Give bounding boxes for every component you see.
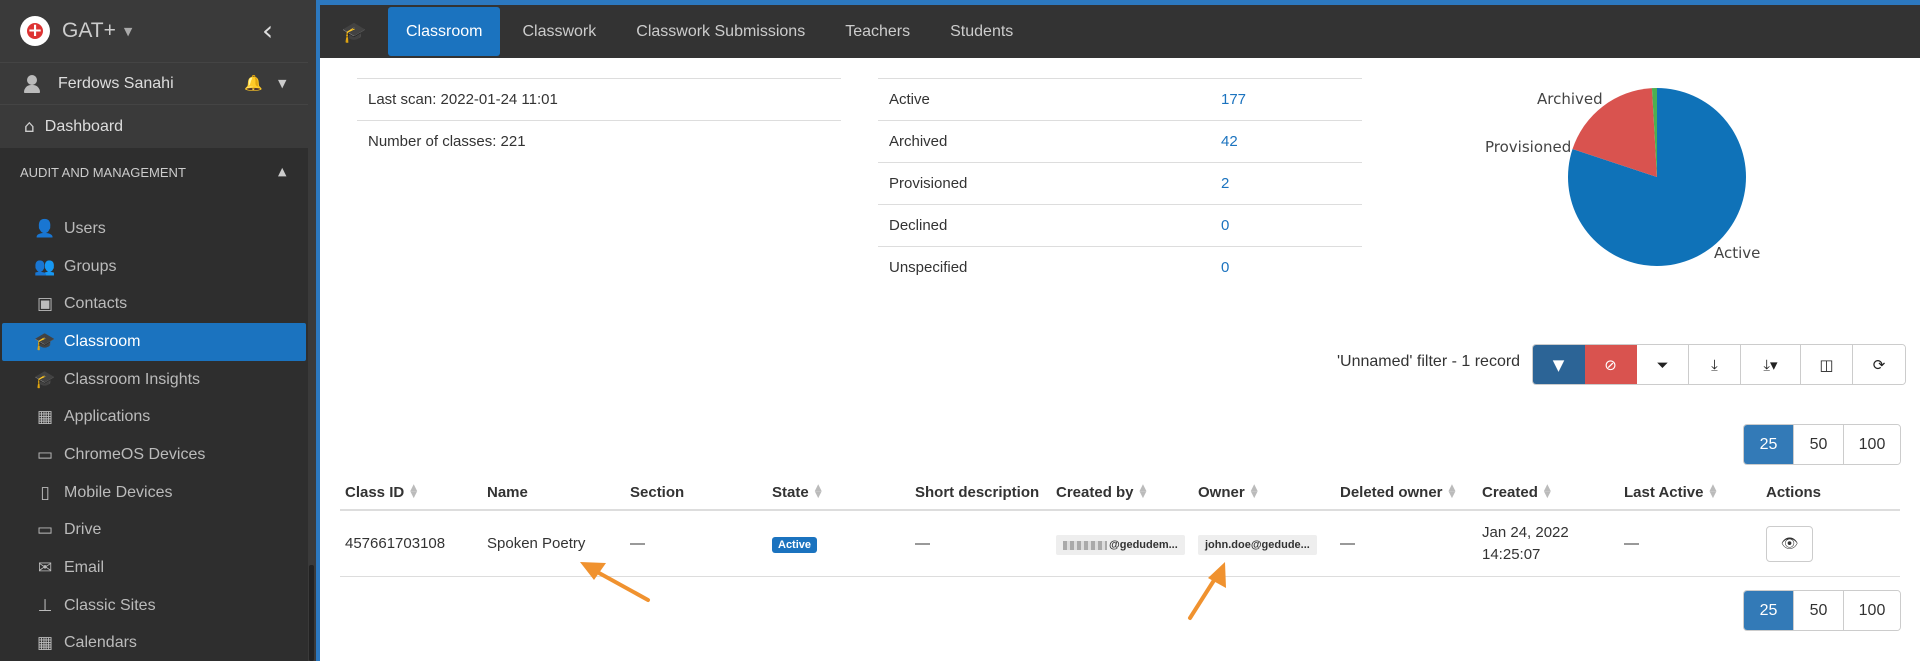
annotation-arrowhead-name [580,562,606,580]
annotation-arrows [580,562,1226,620]
